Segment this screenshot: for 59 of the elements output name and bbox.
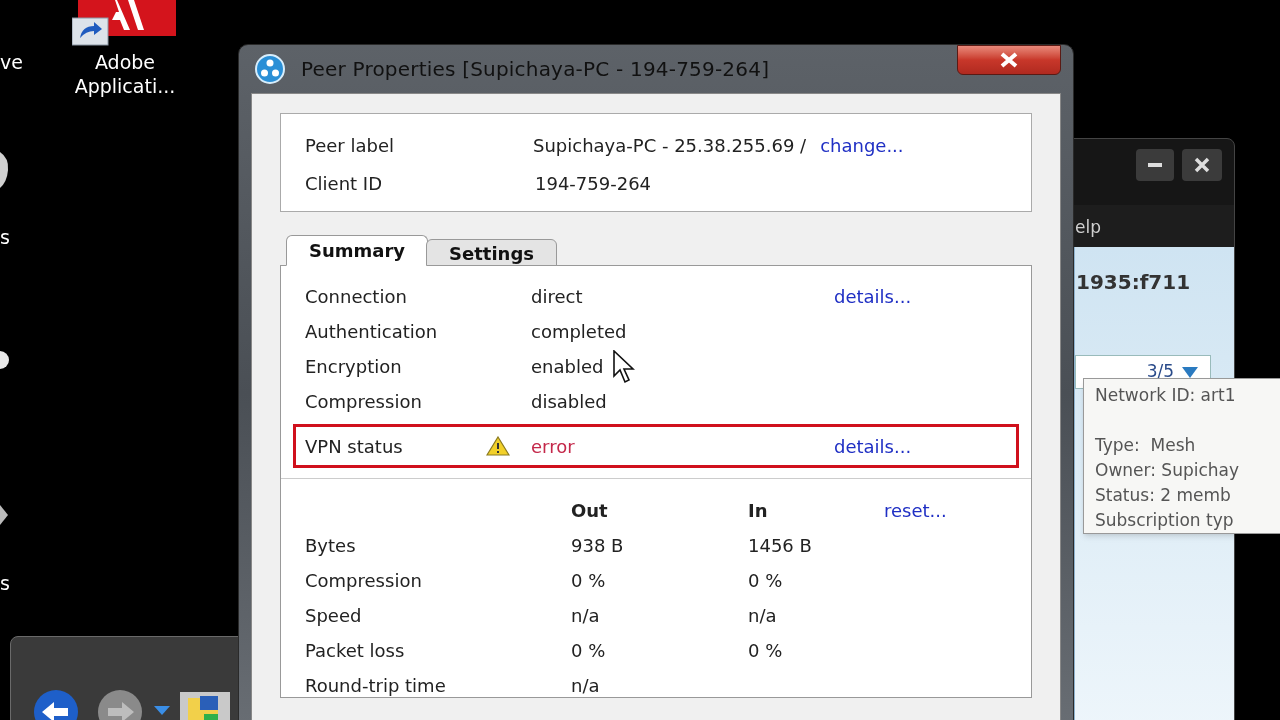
minimize-icon (1148, 163, 1162, 167)
change-link[interactable]: change... (820, 131, 904, 159)
folder-icon[interactable] (180, 692, 230, 720)
stat-value: n/a (571, 604, 601, 628)
stat-value: 0 % (748, 569, 784, 593)
field-value: 194-759-264 (535, 171, 652, 196)
summary-label: Authentication (305, 320, 439, 344)
stat-value: 1456 B (748, 534, 813, 558)
summary-label: VPN status (305, 434, 404, 459)
tooltip-line: Subscription typ (1095, 509, 1235, 532)
summary-value: direct (531, 285, 583, 309)
tooltip-line: Owner: Supichay (1095, 459, 1241, 482)
summary-value: enabled (531, 355, 604, 379)
stat-value: 0 % (748, 639, 784, 663)
stat-value: 0 % (571, 639, 607, 663)
column-header: Out (571, 500, 608, 521)
summary-label: Compression (305, 390, 423, 414)
app-icon (255, 54, 285, 84)
summary-value: error (531, 434, 575, 459)
close-icon (1194, 157, 1210, 173)
stat-label: Bytes (305, 534, 357, 558)
stat-value: n/a (748, 604, 778, 628)
field-label: Client ID (305, 171, 383, 196)
stat-value: 0 % (571, 569, 607, 593)
shortcut-label[interactable]: Adobe Applicati... (55, 50, 195, 98)
stat-value: 938 B (571, 534, 625, 558)
summary-value: completed (531, 320, 627, 344)
minimize-button[interactable] (1136, 149, 1174, 181)
close-button[interactable] (1182, 149, 1222, 181)
close-button[interactable] (957, 45, 1061, 75)
summary-label: Encryption (305, 355, 403, 379)
field-value: Supichaya-PC - 25.38.255.69 / (533, 133, 807, 158)
stat-label: Compression (305, 569, 423, 593)
dropdown-icon[interactable] (154, 706, 170, 716)
reset-link[interactable]: reset... (884, 497, 947, 524)
tab[interactable]: Summary (286, 235, 429, 266)
desktop-icon-label: ve (0, 50, 23, 74)
stat-value: n/a (571, 674, 601, 698)
tab[interactable]: Settings (426, 239, 557, 266)
summary-value: disabled (531, 390, 607, 414)
stat-label: Packet loss (305, 639, 406, 663)
field-label: Peer label (305, 133, 395, 158)
details-link[interactable]: details... (834, 432, 912, 460)
desktop-icon-label: s (0, 571, 10, 595)
desktop-icon[interactable] (0, 150, 10, 190)
details-link[interactable]: details... (834, 283, 912, 310)
window-title: Peer Properties [Supichaya-PC - 194-759-264] (301, 56, 770, 83)
summary-label: Connection (305, 285, 408, 309)
close-icon (999, 52, 1019, 68)
tooltip-line: Type: Mesh (1095, 434, 1197, 457)
shortcut-icon[interactable] (72, 0, 176, 46)
address-text: 1935:f711 (1075, 269, 1192, 296)
stat-label: Speed (305, 604, 363, 628)
desktop-icon-label: s (0, 225, 10, 249)
column-header: In (748, 500, 768, 521)
tooltip-line: Status: 2 memb (1095, 484, 1232, 507)
menu-item[interactable]: elp (1075, 217, 1101, 237)
stat-label: Round-trip time (305, 674, 447, 698)
mouse-cursor (613, 350, 637, 385)
